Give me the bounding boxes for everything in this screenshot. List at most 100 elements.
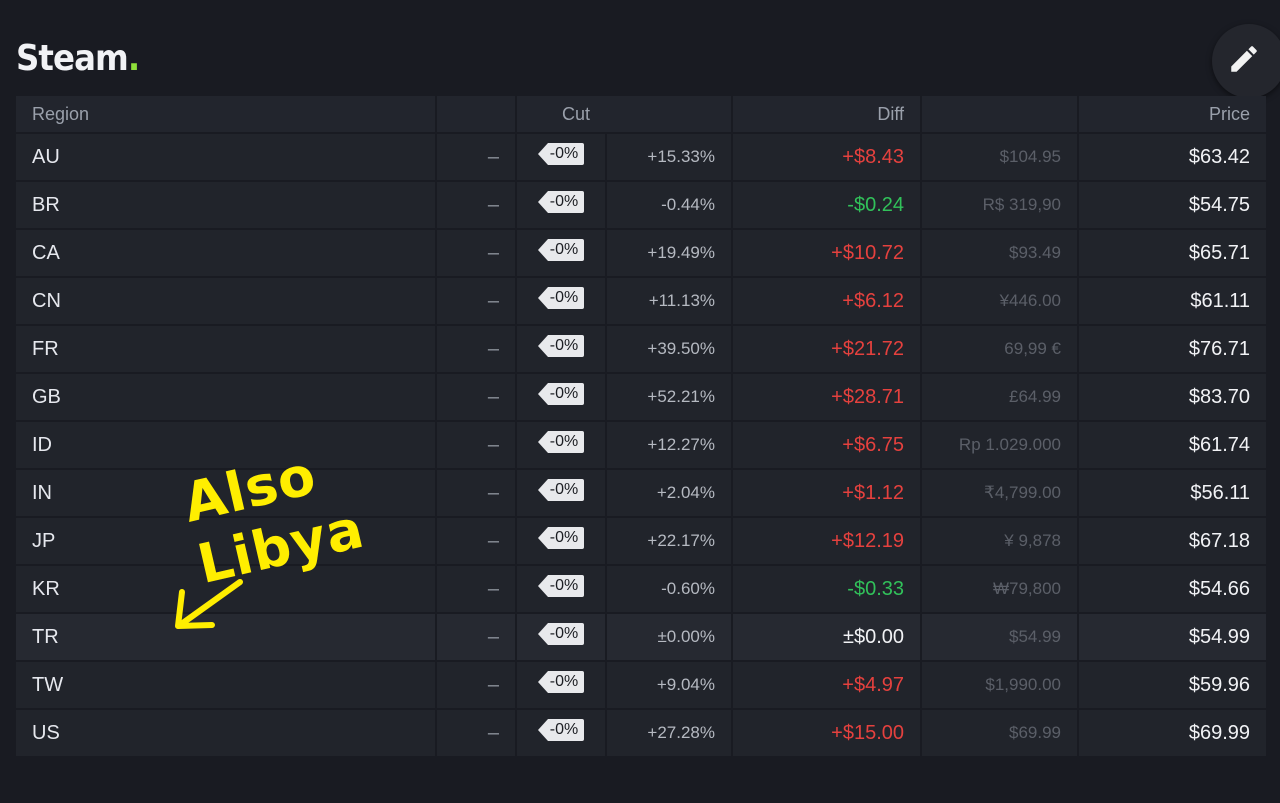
table-row[interactable]: ID – -0% +12.27% +$6.75 Rp 1.029.000 $61… bbox=[16, 422, 1267, 470]
cut-value: -0% bbox=[547, 191, 585, 213]
local-price: ¥ 9,878 bbox=[922, 518, 1080, 566]
table-row[interactable]: BR – -0% -0.44% -$0.24 R$ 319,90 $54.75 bbox=[16, 182, 1267, 230]
brand-logo: Steam. bbox=[16, 38, 140, 79]
tag-icon: -0% bbox=[537, 335, 585, 357]
converted-price: $69.99 bbox=[1079, 710, 1267, 758]
table-row[interactable]: CN – -0% +11.13% +$6.12 ¥446.00 $61.11 bbox=[16, 278, 1267, 326]
col-header-cut[interactable]: Cut bbox=[517, 96, 734, 134]
cut-value: -0% bbox=[547, 287, 585, 309]
local-price: R$ 319,90 bbox=[922, 182, 1080, 230]
cut-value: -0% bbox=[547, 623, 585, 645]
cut-tag: -0% bbox=[517, 662, 607, 710]
diff-amount: ±$0.00 bbox=[733, 614, 923, 662]
cut-tag: -0% bbox=[517, 278, 607, 326]
cut-tag: -0% bbox=[517, 710, 607, 758]
region-code: AU bbox=[16, 134, 437, 182]
table-row[interactable]: JP – -0% +22.17% +$12.19 ¥ 9,878 $67.18 bbox=[16, 518, 1267, 566]
cut-value: -0% bbox=[547, 431, 585, 453]
table-row[interactable]: CA – -0% +19.49% +$10.72 $93.49 $65.71 bbox=[16, 230, 1267, 278]
local-price: ¥446.00 bbox=[922, 278, 1080, 326]
cut-tag: -0% bbox=[517, 566, 607, 614]
diff-amount: +$21.72 bbox=[733, 326, 923, 374]
table-row[interactable]: AU – -0% +15.33% +$8.43 $104.95 $63.42 bbox=[16, 134, 1267, 182]
region-code: CA bbox=[16, 230, 437, 278]
tag-icon: -0% bbox=[537, 383, 585, 405]
cut-value: -0% bbox=[547, 671, 585, 693]
historical-low-dash: – bbox=[437, 518, 517, 566]
diff-percent: -0.44% bbox=[607, 182, 734, 230]
table-row[interactable]: KR – -0% -0.60% -$0.33 ₩79,800 $54.66 bbox=[16, 566, 1267, 614]
historical-low-dash: – bbox=[437, 422, 517, 470]
cut-value: -0% bbox=[547, 479, 585, 501]
tag-icon: -0% bbox=[537, 575, 585, 597]
diff-amount: +$28.71 bbox=[733, 374, 923, 422]
cut-value: -0% bbox=[547, 239, 585, 261]
historical-low-dash: – bbox=[437, 662, 517, 710]
region-code: IN bbox=[16, 470, 437, 518]
region-code: ID bbox=[16, 422, 437, 470]
tag-icon: -0% bbox=[537, 527, 585, 549]
region-code: TR bbox=[16, 614, 437, 662]
diff-percent: +22.17% bbox=[607, 518, 734, 566]
diff-amount: +$1.12 bbox=[733, 470, 923, 518]
diff-amount: +$4.97 bbox=[733, 662, 923, 710]
converted-price: $83.70 bbox=[1079, 374, 1267, 422]
local-price: $104.95 bbox=[922, 134, 1080, 182]
tag-icon: -0% bbox=[537, 431, 585, 453]
converted-price: $54.66 bbox=[1079, 566, 1267, 614]
table-row[interactable]: US – -0% +27.28% +$15.00 $69.99 $69.99 bbox=[16, 710, 1267, 758]
region-code: GB bbox=[16, 374, 437, 422]
cut-value: -0% bbox=[547, 383, 585, 405]
table-row[interactable]: GB – -0% +52.21% +$28.71 £64.99 $83.70 bbox=[16, 374, 1267, 422]
diff-percent: +39.50% bbox=[607, 326, 734, 374]
historical-low-dash: – bbox=[437, 566, 517, 614]
tag-icon: -0% bbox=[537, 623, 585, 645]
tag-icon: -0% bbox=[537, 719, 585, 741]
local-price: Rp 1.029.000 bbox=[922, 422, 1080, 470]
region-code: FR bbox=[16, 326, 437, 374]
cut-tag: -0% bbox=[517, 518, 607, 566]
historical-low-dash: – bbox=[437, 134, 517, 182]
converted-price: $61.74 bbox=[1079, 422, 1267, 470]
cut-value: -0% bbox=[547, 143, 585, 165]
region-code: TW bbox=[16, 662, 437, 710]
historical-low-dash: – bbox=[437, 470, 517, 518]
cut-tag: -0% bbox=[517, 422, 607, 470]
brand-name: Steam bbox=[16, 38, 129, 79]
tag-icon: -0% bbox=[537, 191, 585, 213]
price-table: Region Cut Diff Price AU – -0% +15.33% +… bbox=[16, 96, 1267, 758]
local-price: ₩79,800 bbox=[922, 566, 1080, 614]
diff-percent: +19.49% bbox=[607, 230, 734, 278]
cut-tag: -0% bbox=[517, 230, 607, 278]
diff-percent: +12.27% bbox=[607, 422, 734, 470]
pencil-icon bbox=[1231, 46, 1257, 72]
diff-percent: +9.04% bbox=[607, 662, 734, 710]
historical-low-dash: – bbox=[437, 710, 517, 758]
converted-price: $54.99 bbox=[1079, 614, 1267, 662]
diff-amount: -$0.33 bbox=[733, 566, 923, 614]
region-code: BR bbox=[16, 182, 437, 230]
col-header-region[interactable]: Region bbox=[16, 96, 437, 134]
tag-icon: -0% bbox=[537, 671, 585, 693]
converted-price: $61.11 bbox=[1079, 278, 1267, 326]
col-header-diff[interactable]: Diff bbox=[733, 96, 923, 134]
tag-icon: -0% bbox=[537, 479, 585, 501]
table-row[interactable]: TW – -0% +9.04% +$4.97 $1,990.00 $59.96 bbox=[16, 662, 1267, 710]
tag-icon: -0% bbox=[537, 143, 585, 165]
converted-price: $59.96 bbox=[1079, 662, 1267, 710]
diff-amount: +$8.43 bbox=[733, 134, 923, 182]
table-row[interactable]: TR – -0% ±0.00% ±$0.00 $54.99 $54.99 bbox=[16, 614, 1267, 662]
converted-price: $63.42 bbox=[1079, 134, 1267, 182]
col-header-blank-2 bbox=[922, 96, 1080, 134]
cut-value: -0% bbox=[547, 575, 585, 597]
col-header-price[interactable]: Price bbox=[1079, 96, 1267, 134]
region-code: US bbox=[16, 710, 437, 758]
cut-value: -0% bbox=[547, 719, 585, 741]
converted-price: $76.71 bbox=[1079, 326, 1267, 374]
edit-button[interactable] bbox=[1212, 24, 1280, 98]
table-row[interactable]: IN – -0% +2.04% +$1.12 ₹4,799.00 $56.11 bbox=[16, 470, 1267, 518]
diff-percent: +2.04% bbox=[607, 470, 734, 518]
cut-tag: -0% bbox=[517, 614, 607, 662]
local-price: $69.99 bbox=[922, 710, 1080, 758]
table-row[interactable]: FR – -0% +39.50% +$21.72 69,99 € $76.71 bbox=[16, 326, 1267, 374]
